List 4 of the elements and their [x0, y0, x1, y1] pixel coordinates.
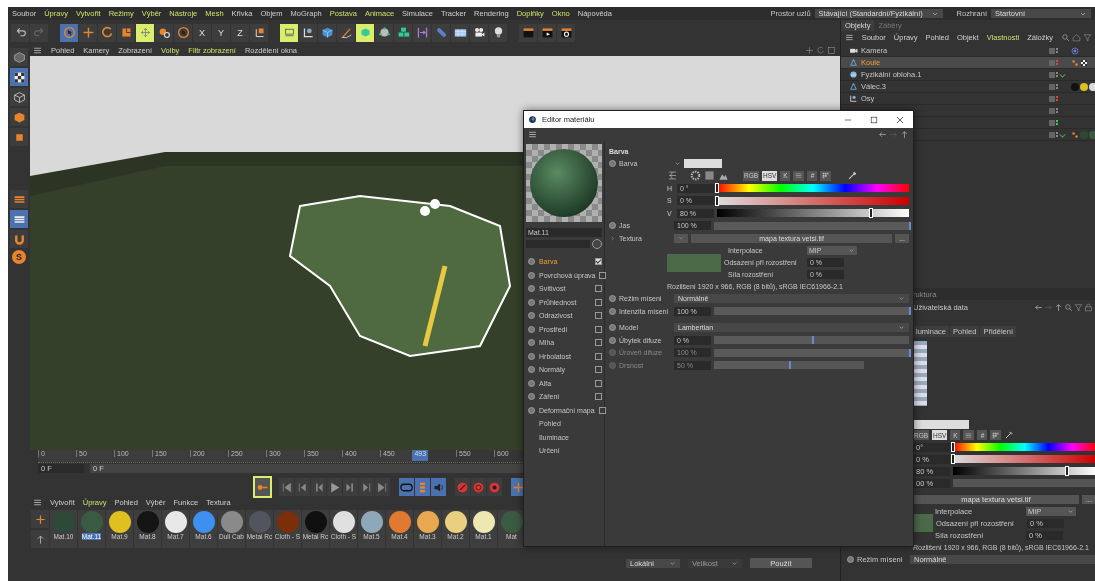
axis-button[interactable]: X: [193, 23, 211, 42]
axis-button[interactable]: Z: [231, 23, 249, 42]
badge-button[interactable]: S: [12, 250, 26, 264]
axis-button[interactable]: Y: [212, 23, 230, 42]
